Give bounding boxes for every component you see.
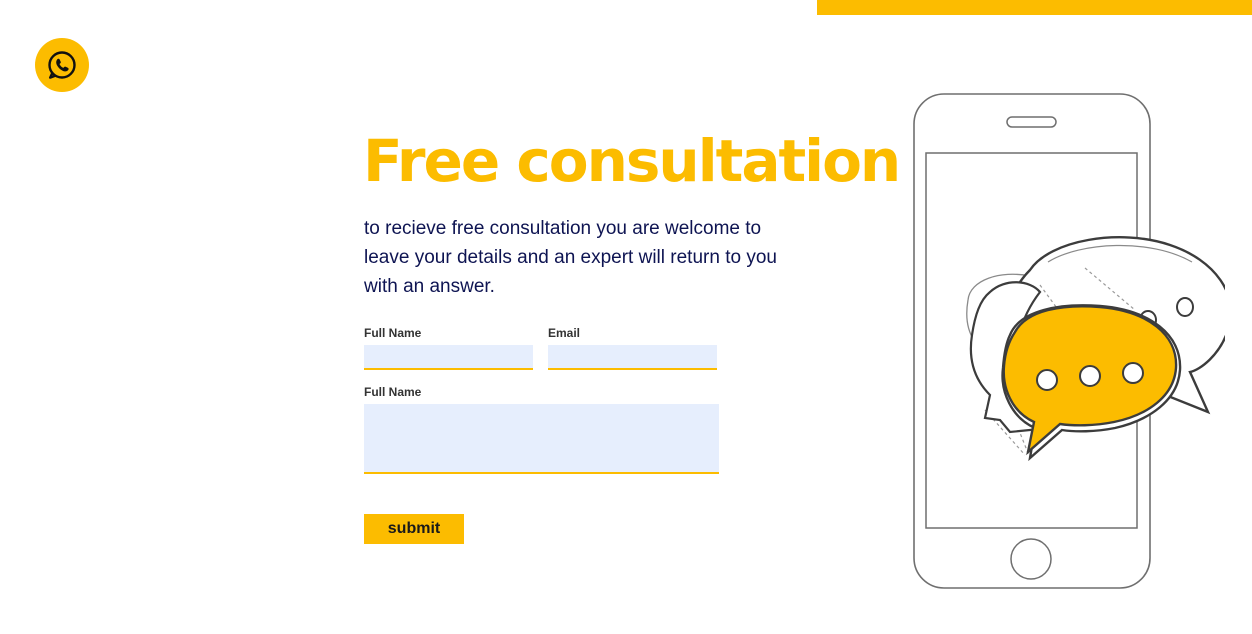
top-accent-bar — [817, 0, 1252, 15]
page-title: Free consultation — [363, 127, 901, 195]
message-textarea[interactable] — [364, 404, 719, 474]
phone-chat-illustration — [913, 93, 1225, 589]
page-description: to recieve free consultation you are wel… — [364, 218, 777, 297]
whatsapp-icon — [48, 51, 76, 79]
page: Free consultation to recieve free consul… — [0, 0, 1252, 634]
submit-button[interactable]: submit — [364, 514, 464, 544]
full-name-input[interactable] — [364, 345, 533, 370]
full-name-label: Full Name — [364, 326, 422, 340]
whatsapp-button[interactable] — [35, 38, 89, 92]
message-label: Full Name — [364, 385, 422, 399]
email-label: Email — [548, 326, 581, 340]
email-input[interactable] — [548, 345, 717, 370]
